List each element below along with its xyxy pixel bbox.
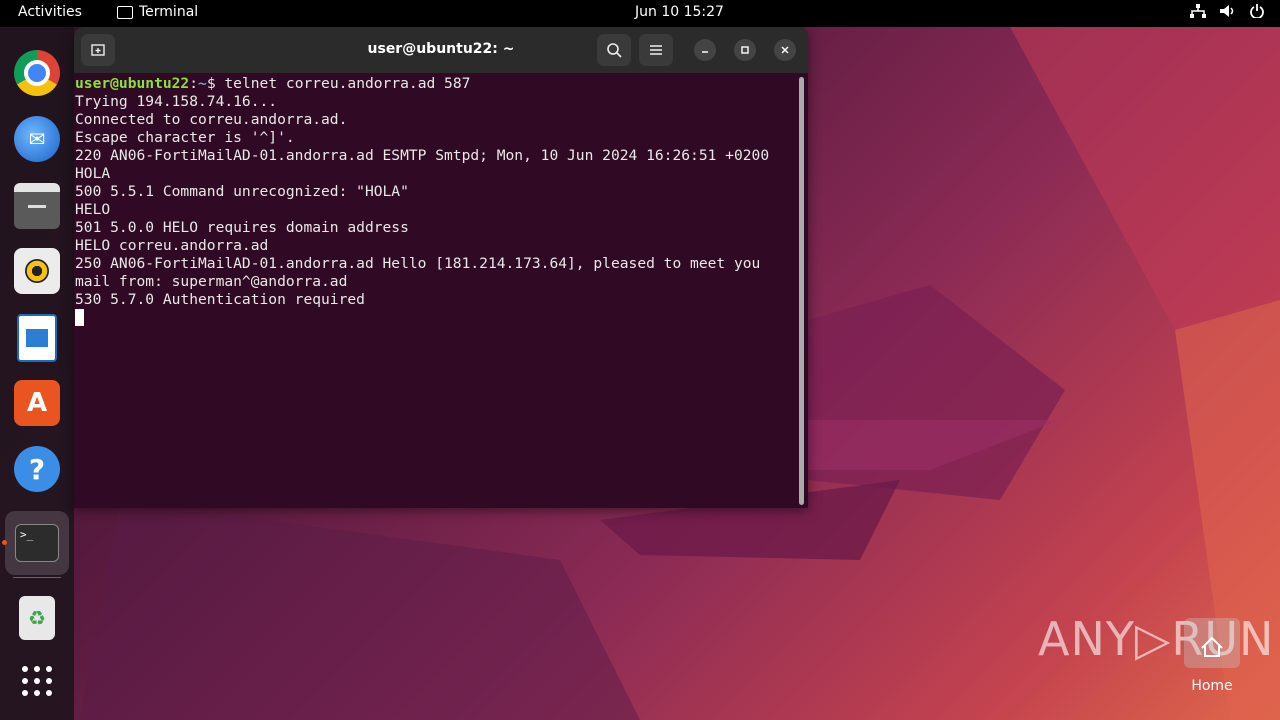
dock: ✉ A ? >_ ♻ xyxy=(0,27,74,720)
terminal-output[interactable]: user@ubuntu22:~$ telnet correu.andorra.a… xyxy=(75,75,795,505)
show-applications-button[interactable] xyxy=(13,657,61,705)
volume-icon xyxy=(1220,4,1236,22)
search-button[interactable] xyxy=(597,34,631,66)
thunderbird-icon: ✉ xyxy=(14,116,60,162)
output-line: HELO xyxy=(75,201,111,218)
writer-icon xyxy=(17,314,57,362)
activities-button[interactable]: Activities xyxy=(18,4,82,20)
search-icon xyxy=(607,43,622,58)
help-icon: ? xyxy=(14,446,60,492)
network-icon xyxy=(1190,4,1206,22)
trash-icon: ♻ xyxy=(19,596,55,640)
home-label[interactable]: Home xyxy=(1176,678,1248,694)
top-bar: Activities Terminal Jun 10 15:27 xyxy=(0,0,1280,27)
prompt-separator: : xyxy=(189,75,199,92)
app-menu[interactable]: Terminal xyxy=(117,4,198,20)
dock-files[interactable] xyxy=(13,182,61,230)
maximize-icon xyxy=(741,46,749,54)
output-line: Escape character is '^]'. xyxy=(75,129,295,146)
app-menu-label: Terminal xyxy=(139,4,199,20)
app-grid-icon xyxy=(22,666,52,696)
dock-app-center[interactable]: A xyxy=(13,379,61,427)
maximize-button[interactable] xyxy=(734,39,756,61)
close-button[interactable] xyxy=(774,39,796,61)
system-tray[interactable] xyxy=(1190,4,1264,22)
output-line: HOLA xyxy=(75,165,111,182)
prompt-line: user@ubuntu22:~$ telnet correu.andorra.a… xyxy=(75,75,795,93)
output-line: 250 AN06-FortiMailAD-01.andorra.ad Hello… xyxy=(75,255,761,272)
output-line: Trying 194.158.74.16... xyxy=(75,93,278,110)
output-line: HELO correu.andorra.ad xyxy=(75,237,269,254)
power-icon xyxy=(1250,4,1264,22)
cursor-line xyxy=(75,309,795,327)
output-line: mail from: superman^@andorra.ad xyxy=(75,273,348,290)
minimize-icon xyxy=(702,51,708,53)
terminal-icon xyxy=(117,5,133,19)
files-icon xyxy=(14,183,60,229)
terminal-icon: >_ xyxy=(15,524,59,562)
prompt-user: user@ubuntu22 xyxy=(75,75,190,92)
home-folder-icon[interactable] xyxy=(1184,618,1240,668)
rhythmbox-icon xyxy=(14,248,60,294)
terminal-window[interactable]: user@ubuntu22: ~ user@ubuntu22:~$ telnet… xyxy=(74,27,808,508)
dock-trash[interactable]: ♻ xyxy=(13,594,61,642)
output-line: 220 AN06-FortiMailAD-01.andorra.ad ESMTP… xyxy=(75,147,770,164)
running-indicator xyxy=(2,540,7,545)
hamburger-menu-button[interactable] xyxy=(639,34,673,66)
text-cursor xyxy=(75,309,84,326)
dock-terminal[interactable]: >_ xyxy=(5,511,69,575)
output-line: 501 5.0.0 HELO requires domain address xyxy=(75,219,409,236)
app-center-icon: A xyxy=(14,380,60,426)
close-icon xyxy=(781,46,789,54)
title-bar[interactable]: user@ubuntu22: ~ xyxy=(74,27,808,73)
chrome-icon xyxy=(14,50,60,96)
output-line: Connected to correu.andorra.ad. xyxy=(75,111,348,128)
prompt-path: ~ xyxy=(198,75,207,92)
minimize-button[interactable] xyxy=(694,39,716,61)
menu-icon xyxy=(650,45,662,55)
scrollbar[interactable] xyxy=(799,77,804,505)
dock-separator xyxy=(13,577,61,578)
dock-help[interactable]: ? xyxy=(13,445,61,493)
output-line: 530 5.7.0 Authentication required xyxy=(75,291,365,308)
home-icon xyxy=(1201,636,1223,657)
dock-writer[interactable] xyxy=(13,314,61,362)
clock[interactable]: Jun 10 15:27 xyxy=(635,4,724,20)
dock-rhythmbox[interactable] xyxy=(13,247,61,295)
dock-thunderbird[interactable]: ✉ xyxy=(13,115,61,163)
dock-chrome[interactable] xyxy=(13,49,61,97)
prompt-command: $ telnet correu.andorra.ad 587 xyxy=(206,75,471,92)
output-line: 500 5.5.1 Command unrecognized: "HOLA" xyxy=(75,183,409,200)
